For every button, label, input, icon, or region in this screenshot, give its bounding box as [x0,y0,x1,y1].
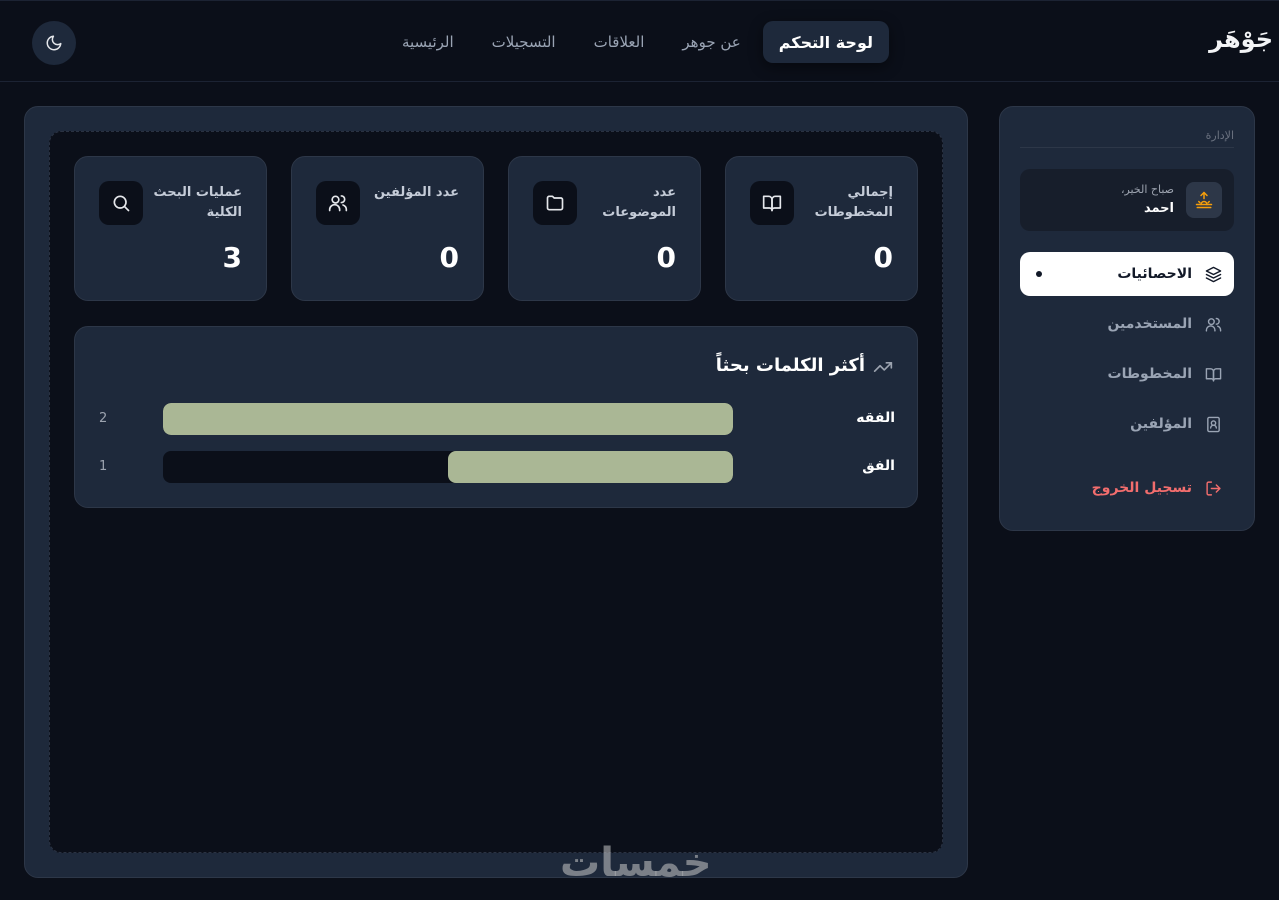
stat-label: عدد المؤلفين [373,185,459,200]
contact-icon [1204,415,1222,433]
stat-value: 3 [222,241,242,274]
bar-value-label: 2 [99,411,108,426]
sidebar-section-title: الإدارة [1205,129,1234,142]
logout-label: تسجيل الخروج [1091,480,1192,496]
stat-card-topics: عدد الموضوعات 0 [508,156,701,301]
user-card: صباح الخير، احمد [1020,169,1234,231]
stat-label: عمليات البحث الكلية [153,185,242,220]
sidebar-item-manuscripts[interactable]: المخطوطات [1020,352,1234,396]
top-header: جَوْهَر لوحة التحكم عن جوهر العلاقات الت… [0,0,1279,82]
avatar [1186,182,1222,218]
sidebar-item-label: المخطوطات [1107,366,1192,382]
theme-toggle-button[interactable] [32,21,76,65]
nav-relations[interactable]: العلاقات [578,21,661,63]
sidebar-item-label: الاحصائيات [1117,266,1192,282]
search-icon [99,181,143,225]
sidebar-item-authors[interactable]: المؤلفين [1020,402,1234,446]
stat-card-authors: عدد المؤلفين 0 [291,156,484,301]
moon-icon [46,35,62,51]
book-open-icon [750,181,794,225]
logout-button[interactable]: تسجيل الخروج [1020,466,1234,510]
bar-value-label: 1 [99,459,108,474]
main-nav: لوحة التحكم عن جوهر العلاقات التسجيلات ا… [386,21,889,63]
stat-value: 0 [439,241,459,274]
sidebar-item-statistics[interactable]: الاحصائيات [1020,252,1234,296]
trending-up-icon [873,362,893,372]
bar-track [163,451,733,483]
folder-icon [533,181,577,225]
dashboard-content: إجمالي المخطوطات 0 عدد الموضوعات 0 عدد ا… [49,131,943,853]
sidebar-item-label: المستخدمين [1107,316,1192,332]
brand-logo[interactable]: جَوْهَر [1209,25,1273,53]
stat-value: 0 [656,241,676,274]
active-indicator [1036,271,1042,277]
stat-value: 0 [873,241,893,274]
bar-label: الفقه [856,410,895,426]
book-open-icon [1204,365,1222,383]
sunrise-icon [1195,191,1213,209]
stat-card-searches: عمليات البحث الكلية 3 [74,156,267,301]
chart-title: أكثر الكلمات بحثاً [715,355,865,376]
nav-recordings[interactable]: التسجيلات [476,21,572,63]
nav-home[interactable]: الرئيسية [386,21,470,63]
stat-label: إجمالي المخطوطات [814,185,893,220]
stat-card-manuscripts: إجمالي المخطوطات 0 [725,156,918,301]
sidebar-item-label: المؤلفين [1130,416,1192,432]
main-panel: إجمالي المخطوطات 0 عدد الموضوعات 0 عدد ا… [24,106,968,878]
sidebar-item-users[interactable]: المستخدمين [1020,302,1234,346]
users-icon [1204,315,1222,333]
user-greeting: صباح الخير، [1120,183,1174,196]
chart-bar-row: الفق 1 [75,451,919,483]
chart-bar-row: الفقه 2 [75,403,919,435]
stat-label: عدد الموضوعات [602,185,676,220]
bar-label: الفق [862,458,895,474]
user-name: احمد [1143,201,1174,216]
nav-dashboard[interactable]: لوحة التحكم [762,21,889,63]
logout-icon [1204,479,1222,497]
nav-about[interactable]: عن جوهر [666,21,756,63]
top-searched-words-chart: أكثر الكلمات بحثاً الفقه 2 الفق 1 [74,326,918,508]
bar-track [163,403,733,435]
users-icon [316,181,360,225]
admin-sidebar: الإدارة صباح الخير، احمد الاحصائيات المس… [999,106,1255,531]
bar-fill [163,403,733,435]
sidebar-divider [1020,147,1234,148]
watermark-logo: خمسات [560,840,712,886]
layers-icon [1204,265,1222,283]
bar-fill [448,451,733,483]
